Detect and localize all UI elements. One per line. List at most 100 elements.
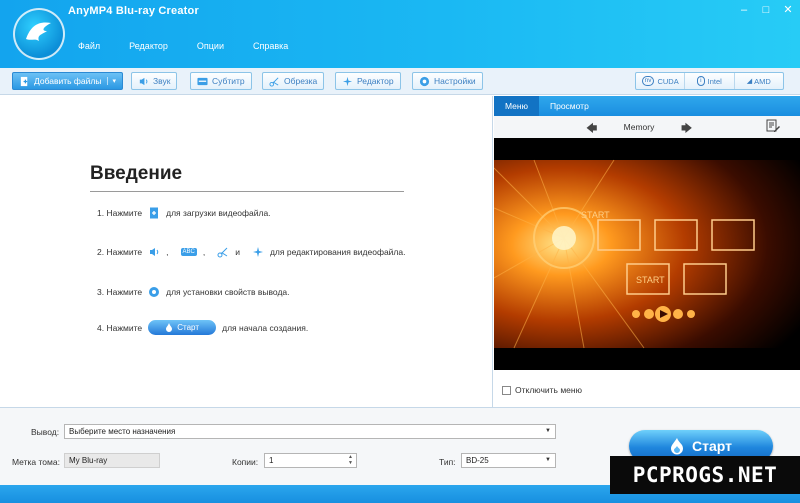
add-files-label: Добавить файлы <box>34 76 102 86</box>
step4-suffix: для начала создания. <box>222 322 309 333</box>
volume-label-value: My Blu-ray <box>69 456 108 465</box>
intro-step-1: 1. Нажмите для загрузки видеофайла. <box>97 207 271 219</box>
step4-prefix: 4. Нажмите <box>97 322 143 333</box>
speaker-icon <box>150 248 159 256</box>
menu-help[interactable]: Справка <box>253 41 288 51</box>
amd-indicator[interactable]: ◢ AMD <box>735 73 783 89</box>
step2-and: и <box>235 247 240 257</box>
scissors-icon <box>217 247 228 258</box>
audio-button[interactable]: Звук <box>131 72 178 90</box>
menu-bar: Файл Редактор Опции Справка <box>78 41 317 51</box>
step2-comma-1: , <box>166 247 169 257</box>
copies-stepper[interactable]: 1 ▲ ▼ <box>264 453 357 468</box>
intro-start-label: Старт <box>177 323 199 332</box>
app-title: AnyMP4 Blu-ray Creator <box>68 5 199 17</box>
flame-icon <box>671 437 683 454</box>
step2-comma-2: , <box>202 247 206 257</box>
output-destination-select[interactable]: Выберите место назначения ▼ <box>64 424 556 439</box>
intro-step-2: 2. Нажмите , ABC , и для редактирования … <box>97 246 405 258</box>
step3-prefix: 3. Нажмите <box>97 287 143 297</box>
intro-divider <box>90 191 404 192</box>
scissors-icon <box>269 77 279 87</box>
speaker-icon <box>139 77 148 85</box>
sparkle-icon <box>342 76 353 86</box>
stepper-arrows-icon[interactable]: ▲ ▼ <box>348 454 353 466</box>
add-file-icon <box>20 76 28 86</box>
menu-options[interactable]: Опции <box>197 41 224 51</box>
maximize-button[interactable]: □ <box>760 4 772 16</box>
toolbar: Добавить файлы ▾ Звук Субтитр Обрезка Ре… <box>0 68 800 95</box>
disable-menu-option[interactable]: Отключить меню <box>502 385 582 395</box>
intel-icon: i <box>697 76 705 86</box>
preview-start-text-2: START <box>636 275 665 285</box>
editor-label: Редактор <box>357 76 394 86</box>
amd-label: AMD <box>754 76 771 86</box>
cuda-indicator[interactable]: nv CUDA <box>636 73 686 89</box>
intro-panel: Введение 1. Нажмите для загрузки видеофа… <box>0 96 493 407</box>
tab-menu[interactable]: Меню <box>494 96 539 116</box>
menu-file[interactable]: Файл <box>78 41 100 51</box>
intro-title: Введение <box>90 163 183 184</box>
volume-label: Метка тома: <box>12 457 60 467</box>
step2-suffix: для редактирования видеофайла. <box>269 247 406 257</box>
gear-icon <box>419 76 430 86</box>
intro-step-3: 3. Нажмите для установки свойств вывода. <box>97 286 290 298</box>
sparkle-icon <box>252 247 263 257</box>
theme-name: Memory <box>623 122 655 132</box>
intro-start-pill: Старт <box>148 320 217 335</box>
window-controls: – □ ✕ <box>738 4 794 16</box>
nvidia-icon: nv <box>641 76 655 86</box>
copies-label: Копии: <box>232 457 259 467</box>
intel-indicator[interactable]: i Intel <box>685 73 735 89</box>
output-destination-value: Выберите место назначения <box>69 427 176 436</box>
type-label: Тип: <box>439 457 456 467</box>
output-label: Вывод: <box>31 427 60 437</box>
trim-button[interactable]: Обрезка <box>262 72 325 90</box>
cuda-label: CUDA <box>657 76 679 86</box>
title-bar: AnyMP4 Blu-ray Creator Файл Редактор Опц… <box>0 0 800 68</box>
step2-prefix: 2. Нажмите <box>97 247 143 257</box>
add-file-icon <box>150 207 159 219</box>
close-button[interactable]: ✕ <box>782 4 794 16</box>
intro-step-4: 4. Нажмите Старт для начала создания. <box>97 320 308 335</box>
copies-value: 1 <box>269 456 274 465</box>
trim-label: Обрезка <box>284 76 318 86</box>
subtitle-icon: ABC <box>180 248 197 256</box>
subtitle-icon <box>197 77 208 85</box>
minimize-button[interactable]: – <box>738 4 750 16</box>
settings-label: Настройки <box>434 76 476 86</box>
menu-editor[interactable]: Редактор <box>129 41 168 51</box>
theme-navigator: 🡄 Memory 🡆 <box>494 116 800 138</box>
next-theme-arrow-icon[interactable]: 🡆 <box>681 120 692 139</box>
editor-button[interactable]: Редактор <box>335 72 401 90</box>
menu-panel: Меню Просмотр 🡄 Memory 🡆 START START Отк… <box>494 96 800 407</box>
subtitle-button[interactable]: Субтитр <box>190 72 252 90</box>
audio-label: Звук <box>153 76 171 86</box>
chevron-down-icon[interactable]: ▾ <box>107 77 116 85</box>
step1-suffix: для загрузки видеофайла. <box>166 208 271 218</box>
panel-tabs: Меню Просмотр <box>494 96 800 116</box>
intel-label: Intel <box>707 76 722 86</box>
add-files-button[interactable]: Добавить файлы ▾ <box>12 72 123 90</box>
step1-prefix: 1. Нажмите <box>97 208 143 218</box>
chevron-down-icon: ▼ <box>545 428 551 434</box>
preview-start-text-1: START <box>581 210 610 220</box>
subtitle-label: Субтитр <box>212 76 245 86</box>
settings-button[interactable]: Настройки <box>412 72 483 90</box>
step3-suffix: для установки свойств вывода. <box>166 287 290 297</box>
disable-menu-checkbox[interactable] <box>502 385 511 395</box>
disable-menu-label: Отключить меню <box>515 385 582 395</box>
menu-preview-image: START START <box>494 138 800 370</box>
watermark: PCPROGS.NET <box>610 456 800 494</box>
hardware-acceleration-group: nv CUDA i Intel ◢ AMD <box>635 72 784 90</box>
disc-type-value: BD-25 <box>466 456 489 465</box>
flame-icon <box>166 323 173 332</box>
edit-menu-icon[interactable] <box>766 119 780 133</box>
volume-label-input[interactable]: My Blu-ray <box>64 453 160 468</box>
start-label: Старт <box>692 438 732 454</box>
menu-preview[interactable]: START START <box>494 138 800 370</box>
tab-preview[interactable]: Просмотр <box>539 96 600 116</box>
disc-type-select[interactable]: BD-25 ▼ <box>461 453 556 468</box>
app-logo <box>13 8 65 60</box>
chevron-down-icon: ▼ <box>545 457 551 463</box>
